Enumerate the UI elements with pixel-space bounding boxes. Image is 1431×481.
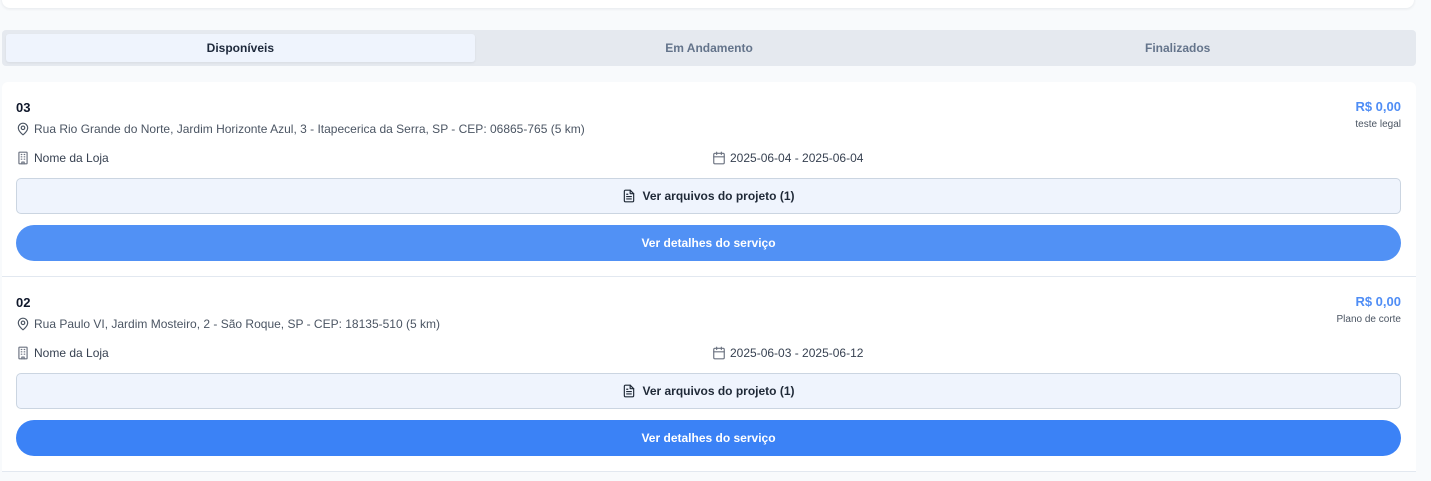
view-details-button[interactable]: Ver detalhes do serviço	[16, 225, 1401, 261]
calendar-icon	[712, 151, 726, 165]
tab-disponiveis[interactable]: Disponíveis	[6, 34, 475, 62]
address-text: Rua Paulo VI, Jardim Mosteiro, 2 - São R…	[34, 317, 440, 331]
service-store: Nome da Loja	[16, 151, 109, 165]
tab-em-andamento[interactable]: Em Andamento	[475, 34, 944, 62]
store-name: Nome da Loja	[34, 151, 109, 165]
map-pin-icon	[16, 122, 30, 136]
service-list: 03 Rua Rio Grande do Norte, Jardim Horiz…	[2, 82, 1416, 472]
view-files-label: Ver arquivos do projeto (1)	[642, 384, 795, 398]
dates-text: 2025-06-04 - 2025-06-04	[730, 151, 864, 165]
dates-text: 2025-06-03 - 2025-06-12	[730, 346, 864, 360]
status-tabs: Disponíveis Em Andamento Finalizados	[2, 30, 1416, 66]
view-files-button[interactable]: Ver arquivos do projeto (1)	[16, 178, 1401, 214]
service-description: teste legal	[1355, 119, 1401, 130]
building-icon	[16, 151, 30, 165]
service-dates: 2025-06-03 - 2025-06-12	[712, 346, 863, 360]
service-dates: 2025-06-04 - 2025-06-04	[712, 151, 863, 165]
building-icon	[16, 346, 30, 360]
map-pin-icon	[16, 317, 30, 331]
service-price: R$ 0,00	[1355, 294, 1401, 309]
address-text: Rua Rio Grande do Norte, Jardim Horizont…	[34, 122, 585, 136]
view-files-label: Ver arquivos do projeto (1)	[642, 189, 795, 203]
service-number: 02	[16, 295, 31, 310]
view-details-button[interactable]: Ver detalhes do serviço	[16, 420, 1401, 456]
service-description: Plano de corte	[1336, 314, 1402, 325]
service-card: 03 Rua Rio Grande do Norte, Jardim Horiz…	[2, 82, 1416, 277]
top-card	[2, 0, 1414, 8]
file-text-icon	[622, 384, 636, 398]
service-address: Rua Rio Grande do Norte, Jardim Horizont…	[16, 122, 585, 136]
view-files-button[interactable]: Ver arquivos do projeto (1)	[16, 373, 1401, 409]
service-number: 03	[16, 100, 31, 115]
service-price: R$ 0,00	[1355, 99, 1401, 114]
tab-finalizados[interactable]: Finalizados	[943, 34, 1412, 62]
calendar-icon	[712, 346, 726, 360]
file-text-icon	[622, 189, 636, 203]
service-address: Rua Paulo VI, Jardim Mosteiro, 2 - São R…	[16, 317, 440, 331]
service-store: Nome da Loja	[16, 346, 109, 360]
store-name: Nome da Loja	[34, 346, 109, 360]
service-card: 02 Rua Paulo VI, Jardim Mosteiro, 2 - Sã…	[2, 277, 1416, 472]
